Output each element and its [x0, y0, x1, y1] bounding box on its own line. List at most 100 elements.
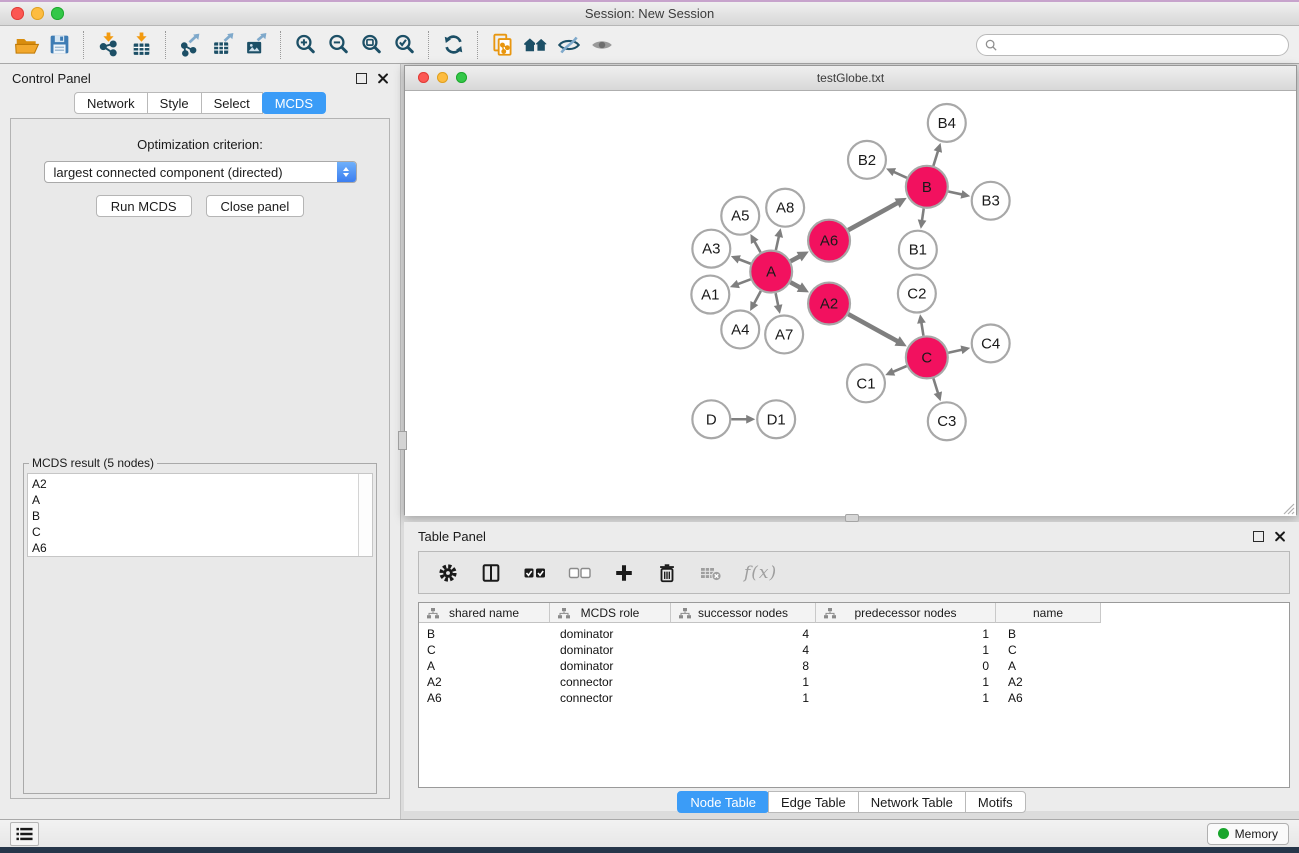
graph-edge-A-A1[interactable]	[737, 279, 750, 284]
graph-edge-A-A2[interactable]	[790, 282, 800, 287]
refresh-layout-button[interactable]	[437, 30, 470, 60]
close-panel-icon[interactable]	[377, 73, 388, 84]
graph-node-A5[interactable]: A5	[721, 197, 759, 235]
graph-edge-A-A6[interactable]	[791, 256, 800, 261]
graph-edge-A-A3[interactable]	[738, 259, 750, 264]
show-task-history-button[interactable]	[10, 822, 39, 846]
column-header-mcds-role[interactable]: MCDS role	[550, 603, 671, 623]
hide-graphics-details-button[interactable]	[552, 30, 585, 60]
export-network-button[interactable]	[174, 30, 207, 60]
graph-edge-C-C4[interactable]	[948, 350, 962, 353]
tab-motifs[interactable]: Motifs	[965, 791, 1026, 813]
clone-network-button[interactable]	[486, 30, 519, 60]
tab-node-table[interactable]: Node Table	[677, 791, 769, 813]
zoom-view-icon[interactable]	[456, 72, 467, 83]
graph-node-A1[interactable]: A1	[691, 276, 729, 314]
zoom-fit-button[interactable]	[355, 30, 388, 60]
list-item[interactable]: A2	[32, 476, 372, 492]
graph-node-B2[interactable]: B2	[848, 141, 886, 179]
tab-network[interactable]: Network	[74, 92, 148, 114]
graph-edge-A-A7[interactable]	[776, 293, 779, 306]
delete-column-button[interactable]	[656, 562, 678, 584]
graph-node-A8[interactable]: A8	[766, 189, 804, 227]
horizontal-splitter-handle[interactable]	[845, 514, 859, 522]
memory-button[interactable]: Memory	[1207, 823, 1289, 845]
import-table-button[interactable]	[125, 30, 158, 60]
add-column-button[interactable]	[613, 562, 635, 584]
home-views-button[interactable]	[519, 30, 552, 60]
table-row[interactable]: C dominator 4 1 C	[419, 642, 1289, 658]
table-row[interactable]: A2 connector 1 1 A2	[419, 674, 1289, 690]
graph-edge-B-B3[interactable]	[948, 191, 962, 194]
close-view-icon[interactable]	[418, 72, 429, 83]
search-input[interactable]	[1002, 37, 1280, 53]
graph-node-C[interactable]: C	[906, 336, 948, 378]
graph-node-A[interactable]: A	[750, 251, 792, 293]
graph-edge-A-A4[interactable]	[754, 291, 761, 304]
graph-edge-B-B1[interactable]	[922, 209, 924, 221]
graph-edge-C-C2[interactable]	[921, 322, 923, 336]
table-row[interactable]: A6 connector 1 1 A6	[419, 690, 1289, 706]
graph-node-A4[interactable]: A4	[721, 311, 759, 349]
table-row[interactable]: A dominator 8 0 A	[419, 658, 1289, 674]
network-canvas[interactable]: B4B2BB3A8A5A6A3B1AA1C2A2A4A7C4CC1C3DD1	[405, 91, 1296, 516]
tab-select[interactable]: Select	[201, 92, 263, 114]
zoom-in-button[interactable]	[289, 30, 322, 60]
tab-mcds[interactable]: MCDS	[262, 92, 326, 114]
export-table-button[interactable]	[207, 30, 240, 60]
open-session-button[interactable]	[10, 30, 43, 60]
tab-style[interactable]: Style	[147, 92, 202, 114]
show-graphics-details-button[interactable]	[585, 30, 618, 60]
graph-node-D1[interactable]: D1	[757, 400, 795, 438]
graph-edge-A-A8[interactable]	[776, 236, 779, 250]
export-image-button[interactable]	[240, 30, 273, 60]
close-panel-button[interactable]: Close panel	[206, 195, 305, 217]
save-session-button[interactable]	[43, 30, 76, 60]
deselect-all-button[interactable]	[568, 561, 592, 585]
graph-node-C1[interactable]: C1	[847, 364, 885, 402]
list-item[interactable]: B	[32, 508, 372, 524]
graph-edge-A6-B[interactable]	[848, 203, 898, 230]
graph-node-C3[interactable]: C3	[928, 402, 966, 440]
close-window-icon[interactable]	[11, 7, 24, 20]
criterion-dropdown[interactable]: largest connected component (directed)	[44, 161, 357, 183]
search-field[interactable]	[976, 34, 1289, 56]
graph-node-C2[interactable]: C2	[898, 275, 936, 313]
list-item[interactable]: A	[32, 492, 372, 508]
graph-node-A2[interactable]: A2	[808, 283, 850, 325]
table-settings-button[interactable]	[437, 562, 459, 584]
graph-node-B[interactable]: B	[906, 166, 948, 208]
close-table-panel-icon[interactable]	[1274, 531, 1285, 542]
vertical-splitter-handle[interactable]	[398, 431, 407, 450]
show-column-button[interactable]	[480, 562, 502, 584]
graph-node-B4[interactable]: B4	[928, 104, 966, 142]
float-panel-icon[interactable]	[356, 73, 367, 84]
graph-node-A3[interactable]: A3	[692, 230, 730, 268]
minimize-window-icon[interactable]	[31, 7, 44, 20]
graph-edge-A-A5[interactable]	[754, 241, 760, 252]
column-header-successor-nodes[interactable]: successor nodes	[671, 603, 816, 623]
tab-edge-table[interactable]: Edge Table	[768, 791, 859, 813]
graph-edge-B-B2[interactable]	[893, 172, 906, 178]
graph-node-B1[interactable]: B1	[899, 231, 937, 269]
graph-edge-A2-C[interactable]	[848, 314, 898, 341]
graph-node-D[interactable]: D	[692, 400, 730, 438]
graph-edge-C-C3[interactable]	[933, 378, 938, 393]
column-header-name[interactable]: name	[996, 603, 1101, 623]
tab-network-table[interactable]: Network Table	[858, 791, 966, 813]
list-item[interactable]: C	[32, 524, 372, 540]
float-table-panel-icon[interactable]	[1253, 531, 1264, 542]
run-mcds-button[interactable]: Run MCDS	[96, 195, 192, 217]
zoom-window-icon[interactable]	[51, 7, 64, 20]
minimize-view-icon[interactable]	[437, 72, 448, 83]
select-all-button[interactable]	[523, 561, 547, 585]
zoom-out-button[interactable]	[322, 30, 355, 60]
table-row[interactable]: B dominator 4 1 B	[419, 626, 1289, 642]
graph-edge-C-C1[interactable]	[893, 366, 907, 372]
zoom-selected-button[interactable]	[388, 30, 421, 60]
graph-node-A7[interactable]: A7	[765, 315, 803, 353]
column-header-predecessor-nodes[interactable]: predecessor nodes	[816, 603, 996, 623]
resize-grip-icon[interactable]	[1281, 501, 1295, 515]
graph-node-A6[interactable]: A6	[808, 220, 850, 262]
graph-edge-B-B4[interactable]	[933, 151, 938, 166]
